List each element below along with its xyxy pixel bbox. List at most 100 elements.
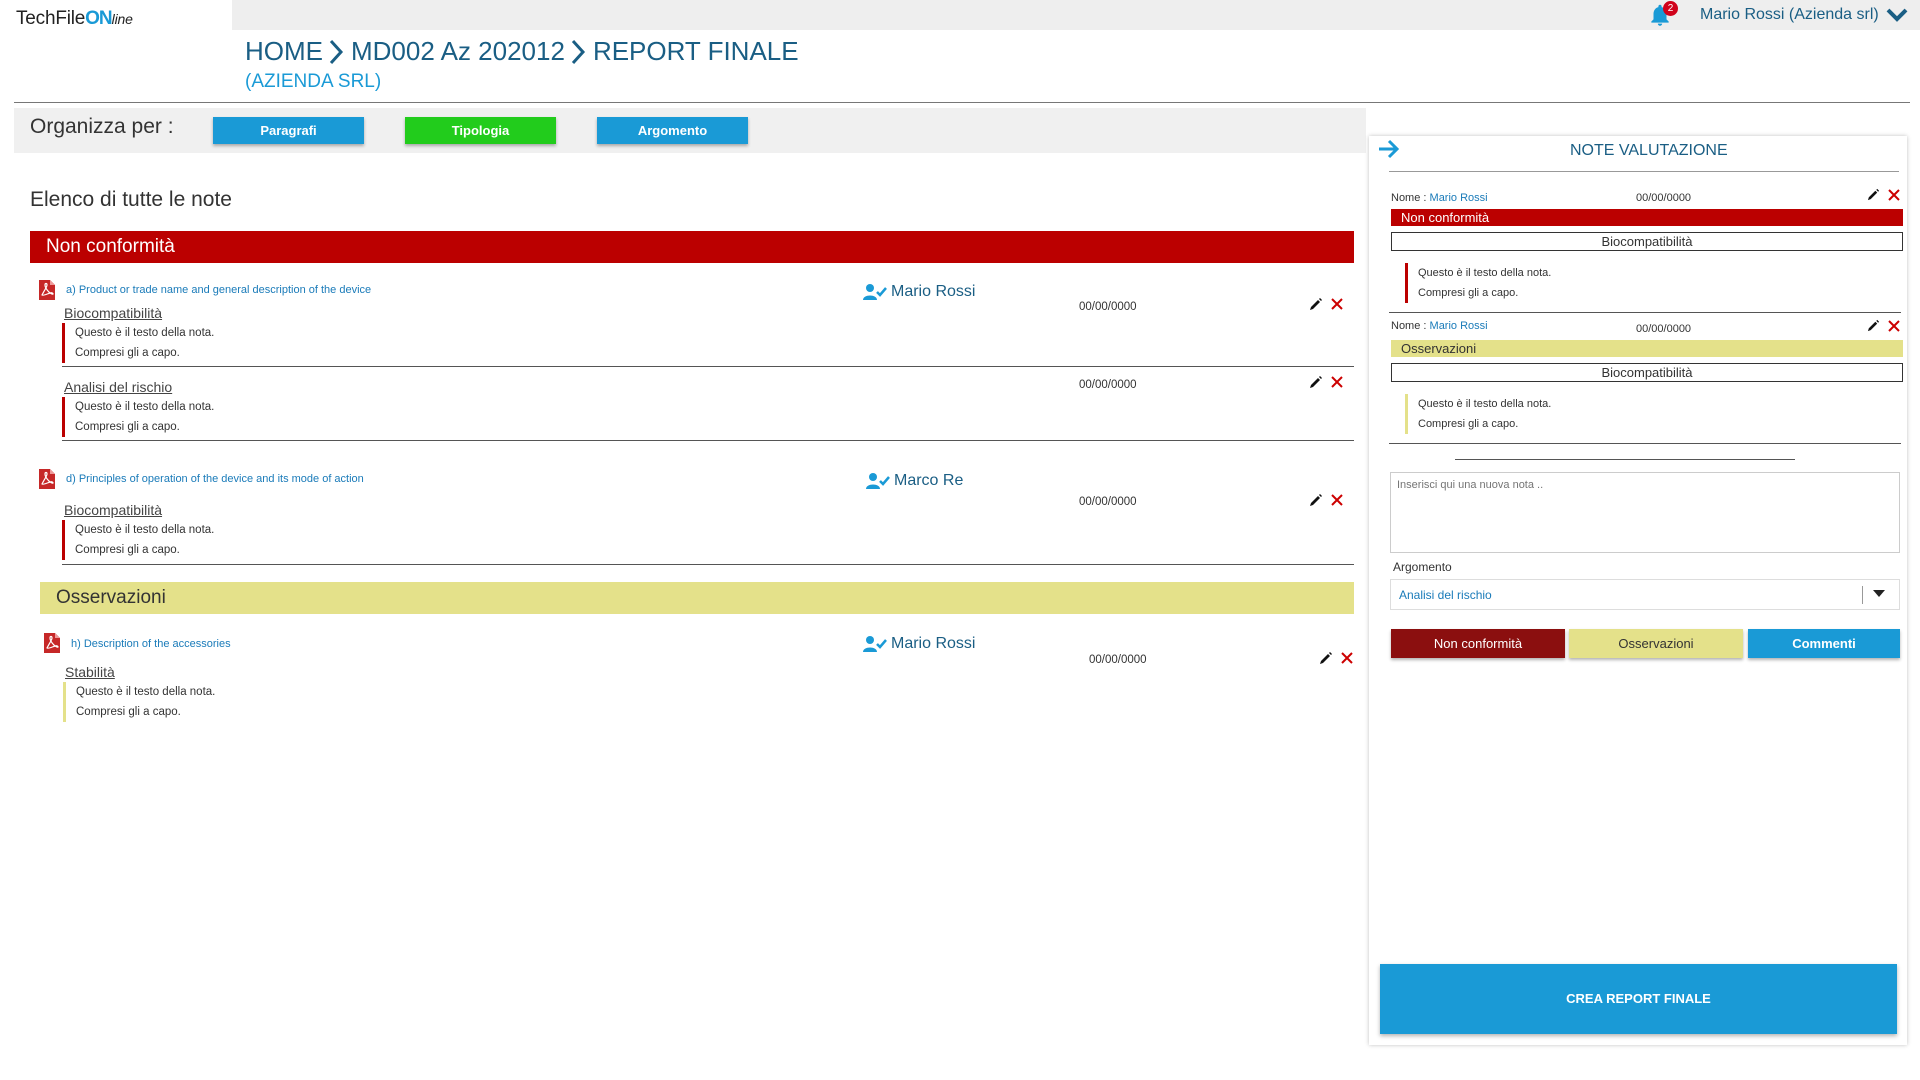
panel-note-date: 00/00/0000 xyxy=(1636,192,1692,204)
nome-label: Nome : xyxy=(1391,320,1427,332)
note-text-line: Compresi gli a capo. xyxy=(75,421,180,433)
panel-note-text: Questo è il testo della nota. Compresi g… xyxy=(1405,263,1551,303)
argomento-select[interactable]: Analisi del rischio xyxy=(1390,579,1900,610)
note-text-line: Compresi gli a capo. xyxy=(76,706,181,718)
delete-icon[interactable] xyxy=(1330,493,1344,512)
logo-line-text: line xyxy=(111,11,133,27)
panel-note-divider xyxy=(1389,443,1901,444)
note-topic[interactable]: Biocompatibilità xyxy=(64,305,162,321)
paragraph-link[interactable]: h) Description of the accessories xyxy=(71,638,231,650)
author-label: Mario Rossi xyxy=(863,635,975,653)
breadcrumb: HOME MD002 Az 202012 REPORT FINALE xyxy=(245,36,799,67)
panel-note-topic: Biocompatibilità xyxy=(1391,363,1903,382)
delete-icon[interactable] xyxy=(1330,297,1344,316)
user-menu-label[interactable]: Mario Rossi (Azienda srl) xyxy=(1700,6,1879,24)
edit-icon[interactable] xyxy=(1319,651,1333,670)
note-text-line: Compresi gli a capo. xyxy=(75,347,180,359)
organize-label: Organizza per : xyxy=(30,115,174,138)
user-check-icon xyxy=(866,473,890,489)
pdf-icon[interactable] xyxy=(43,632,61,654)
paragraph-link[interactable]: d) Principles of operation of the device… xyxy=(66,473,364,485)
panel-new-note-divider xyxy=(1455,459,1795,460)
organize-tipologia-button[interactable]: Tipologia xyxy=(405,117,556,144)
logo-text: TechFile xyxy=(16,8,86,29)
panel-note-type: Osservazioni xyxy=(1391,340,1903,357)
delete-icon[interactable] xyxy=(1340,651,1354,670)
delete-icon[interactable] xyxy=(1887,188,1901,207)
note-text: Questo è il testo della nota. Compresi g… xyxy=(62,520,214,560)
edit-icon[interactable] xyxy=(1309,297,1323,316)
page-subtitle: (AZIENDA SRL) xyxy=(245,71,382,92)
breadcrumb-project[interactable]: MD002 Az 202012 xyxy=(351,36,565,67)
caret-down-icon[interactable] xyxy=(1873,590,1885,597)
row-divider xyxy=(62,564,1354,565)
top-bar xyxy=(0,0,1920,30)
paragraph-link[interactable]: a) Product or trade name and general des… xyxy=(66,284,371,296)
breadcrumb-home[interactable]: HOME xyxy=(245,36,323,67)
author-name: Marco Re xyxy=(894,472,964,489)
author-name: Mario Rossi xyxy=(891,283,976,300)
edit-icon[interactable] xyxy=(1867,188,1880,206)
note-text-line: Questo è il testo della nota. xyxy=(76,686,216,698)
note-text-line: Questo è il testo della nota. xyxy=(75,524,215,536)
panel-title-divider xyxy=(1389,171,1899,172)
note-text-line: Questo è il testo della nota. xyxy=(75,327,215,339)
notifications-badge: 2 xyxy=(1663,1,1678,16)
delete-icon[interactable] xyxy=(1887,319,1901,338)
note-date: 00/00/0000 xyxy=(1079,301,1137,313)
row-divider xyxy=(62,366,1354,367)
edit-icon[interactable] xyxy=(1309,375,1323,394)
note-topic[interactable]: Biocompatibilità xyxy=(64,502,162,518)
app-logo[interactable]: TechFileONline xyxy=(16,8,133,30)
note-text: Questo è il testo della nota. Compresi g… xyxy=(62,397,214,437)
panel-note-topic: Biocompatibilità xyxy=(1391,232,1903,251)
panel-note-author-name[interactable]: Mario Rossi xyxy=(1430,320,1488,332)
note-text-line: Questo è il testo della nota. xyxy=(1418,398,1552,410)
author-name: Mario Rossi xyxy=(891,635,976,652)
create-final-report-button[interactable]: CREA REPORT FINALE xyxy=(1380,964,1897,1034)
row-divider xyxy=(62,440,1354,441)
organize-paragrafi-button[interactable]: Paragrafi xyxy=(213,117,364,144)
author-label: Mario Rossi xyxy=(863,283,975,301)
panel-note-author: Nome : Mario Rossi xyxy=(1391,320,1488,332)
edit-icon[interactable] xyxy=(1867,319,1880,337)
note-text-line: Compresi gli a capo. xyxy=(1418,287,1519,299)
breadcrumb-current: REPORT FINALE xyxy=(592,36,799,66)
note-date: 00/00/0000 xyxy=(1079,379,1137,391)
new-note-textarea[interactable] xyxy=(1390,472,1900,553)
chevron-right-icon xyxy=(569,38,587,66)
note-text-line: Compresi gli a capo. xyxy=(1418,418,1519,430)
select-separator xyxy=(1862,586,1863,604)
panel-note-author-name[interactable]: Mario Rossi xyxy=(1430,192,1488,204)
note-text-line: Questo è il testo della nota. xyxy=(75,401,215,413)
section-osservazioni: Osservazioni xyxy=(40,582,1354,614)
edit-icon[interactable] xyxy=(1309,493,1323,512)
nome-label: Nome : xyxy=(1391,192,1427,204)
notes-list-title: Elenco di tutte le note xyxy=(30,188,232,211)
user-check-icon xyxy=(863,636,887,652)
logo-on-text: ON xyxy=(85,8,112,29)
user-check-icon xyxy=(863,284,887,300)
panel-note-type: Non conformità xyxy=(1391,209,1903,226)
add-osservazioni-button[interactable]: Osservazioni xyxy=(1569,629,1743,658)
delete-icon[interactable] xyxy=(1330,375,1344,394)
header-divider xyxy=(14,102,1910,103)
note-text: Questo è il testo della nota. Compresi g… xyxy=(63,682,215,722)
pdf-icon[interactable] xyxy=(38,279,56,301)
arrow-right-icon[interactable] xyxy=(1377,138,1401,160)
panel-note-date: 00/00/0000 xyxy=(1636,323,1692,335)
note-topic[interactable]: Analisi del rischio xyxy=(64,379,172,395)
panel-note-author: Nome : Mario Rossi xyxy=(1391,192,1488,204)
add-non-conformita-button[interactable]: Non conformità xyxy=(1391,629,1565,658)
add-commenti-button[interactable]: Commenti xyxy=(1748,629,1900,658)
note-date: 00/00/0000 xyxy=(1089,654,1147,666)
organize-argomento-button[interactable]: Argomento xyxy=(597,117,748,144)
panel-note-divider xyxy=(1389,312,1901,313)
note-topic[interactable]: Stabilità xyxy=(65,664,115,680)
author-label: Marco Re xyxy=(866,472,963,490)
pdf-icon[interactable] xyxy=(38,468,56,490)
chevron-down-icon[interactable] xyxy=(1886,6,1908,24)
note-date: 00/00/0000 xyxy=(1079,496,1137,508)
note-text-line: Compresi gli a capo. xyxy=(75,544,180,556)
chevron-right-icon xyxy=(327,38,345,66)
